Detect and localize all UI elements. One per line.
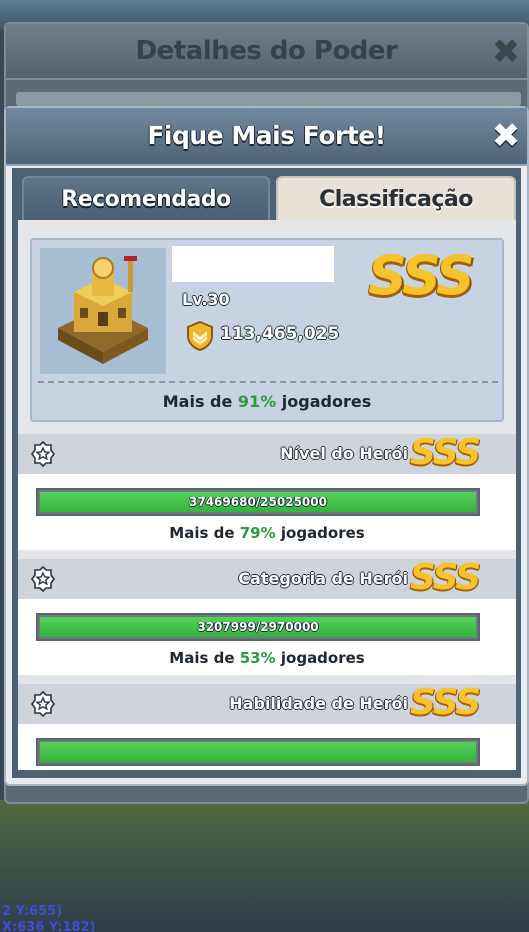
category-hero-skill: Habilidade de Herói SSS xyxy=(18,682,516,770)
progress-bar: 37469680/25025000 xyxy=(36,488,480,516)
category-percentile: Mais de 79% jogadores xyxy=(18,524,516,542)
map-coordinate-1: 2 Y:655) xyxy=(2,904,63,919)
tab-recommended[interactable]: Recomendado xyxy=(22,176,270,220)
progress-bar xyxy=(36,738,480,766)
get-stronger-dialog: Fique Mais Forte! ✖ Recomendado Classifi… xyxy=(4,106,529,786)
dialog-header: Fique Mais Forte! ✖ xyxy=(6,108,527,166)
category-header: Nível do Herói SSS xyxy=(18,432,516,474)
category-title: Nível do Herói xyxy=(280,444,408,463)
category-title: Categoria de Herói xyxy=(238,569,408,588)
power-value: 113,465,025 xyxy=(220,324,340,344)
power-details-header: Detalhes do Poder ✖ xyxy=(6,24,527,80)
player-name-box xyxy=(172,246,334,282)
power-details-title: Detalhes do Poder xyxy=(135,36,398,66)
category-hero-level: Nível do Herói SSS 37469680/25025000 Mai… xyxy=(18,432,516,554)
category-percentile: Mais de 53% jogadores xyxy=(18,649,516,667)
category-title: Habilidade de Herói xyxy=(229,694,408,713)
close-icon[interactable]: ✖ xyxy=(488,118,524,154)
badge-star-icon xyxy=(30,690,56,718)
dialog-title: Fique Mais Forte! xyxy=(147,121,386,150)
pct-value: 53% xyxy=(239,649,276,667)
badge-star-icon xyxy=(30,440,56,468)
divider xyxy=(38,381,498,383)
category-body: 3207999/2970000 Mais de 53% jogadores xyxy=(18,599,516,675)
power-details-close-icon[interactable]: ✖ xyxy=(488,34,524,70)
pct-value: 79% xyxy=(239,524,276,542)
category-hero-rank: Categoria de Herói SSS 3207999/2970000 M… xyxy=(18,557,516,679)
pct-prefix: Mais de xyxy=(162,392,238,411)
pct-value: 91% xyxy=(237,392,277,411)
tab-ranking[interactable]: Classificação xyxy=(276,176,516,220)
ranking-content[interactable]: Lv.30 113,465,025 SSS Mais de 91% jogado… xyxy=(18,220,516,770)
player-level: Lv.30 xyxy=(182,290,230,309)
progress-text xyxy=(38,740,478,764)
category-header: Habilidade de Herói SSS xyxy=(18,682,516,724)
badge-star-icon xyxy=(30,565,56,593)
map-coordinate-2: X:636 Y:182) xyxy=(2,920,96,932)
game-background-map xyxy=(0,800,529,932)
category-body xyxy=(18,724,516,770)
category-body: 37469680/25025000 Mais de 79% jogadores xyxy=(18,474,516,550)
summary-percentile: Mais de 91% jogadores xyxy=(32,392,502,411)
category-grade: SSS xyxy=(410,682,481,723)
pct-prefix: Mais de xyxy=(169,524,240,542)
power-details-strip xyxy=(16,92,521,106)
progress-bar: 3207999/2970000 xyxy=(36,613,480,641)
progress-text: 3207999/2970000 xyxy=(197,620,319,634)
category-grade: SSS xyxy=(410,432,481,473)
progress-text: 37469680/25025000 xyxy=(189,495,327,509)
pct-suffix: jogadores xyxy=(275,524,365,542)
summary-card: Lv.30 113,465,025 SSS Mais de 91% jogado… xyxy=(30,238,504,422)
headquarters-image xyxy=(40,248,166,374)
overall-grade: SSS xyxy=(368,244,475,307)
category-grade: SSS xyxy=(410,557,481,598)
dialog-body: Recomendado Classificação Lv.30 113,465,… xyxy=(12,168,521,778)
pct-prefix: Mais de xyxy=(169,649,240,667)
pct-suffix: jogadores xyxy=(276,392,372,411)
category-header: Categoria de Herói SSS xyxy=(18,557,516,599)
shield-chevron-icon xyxy=(184,320,216,352)
pct-suffix: jogadores xyxy=(275,649,365,667)
